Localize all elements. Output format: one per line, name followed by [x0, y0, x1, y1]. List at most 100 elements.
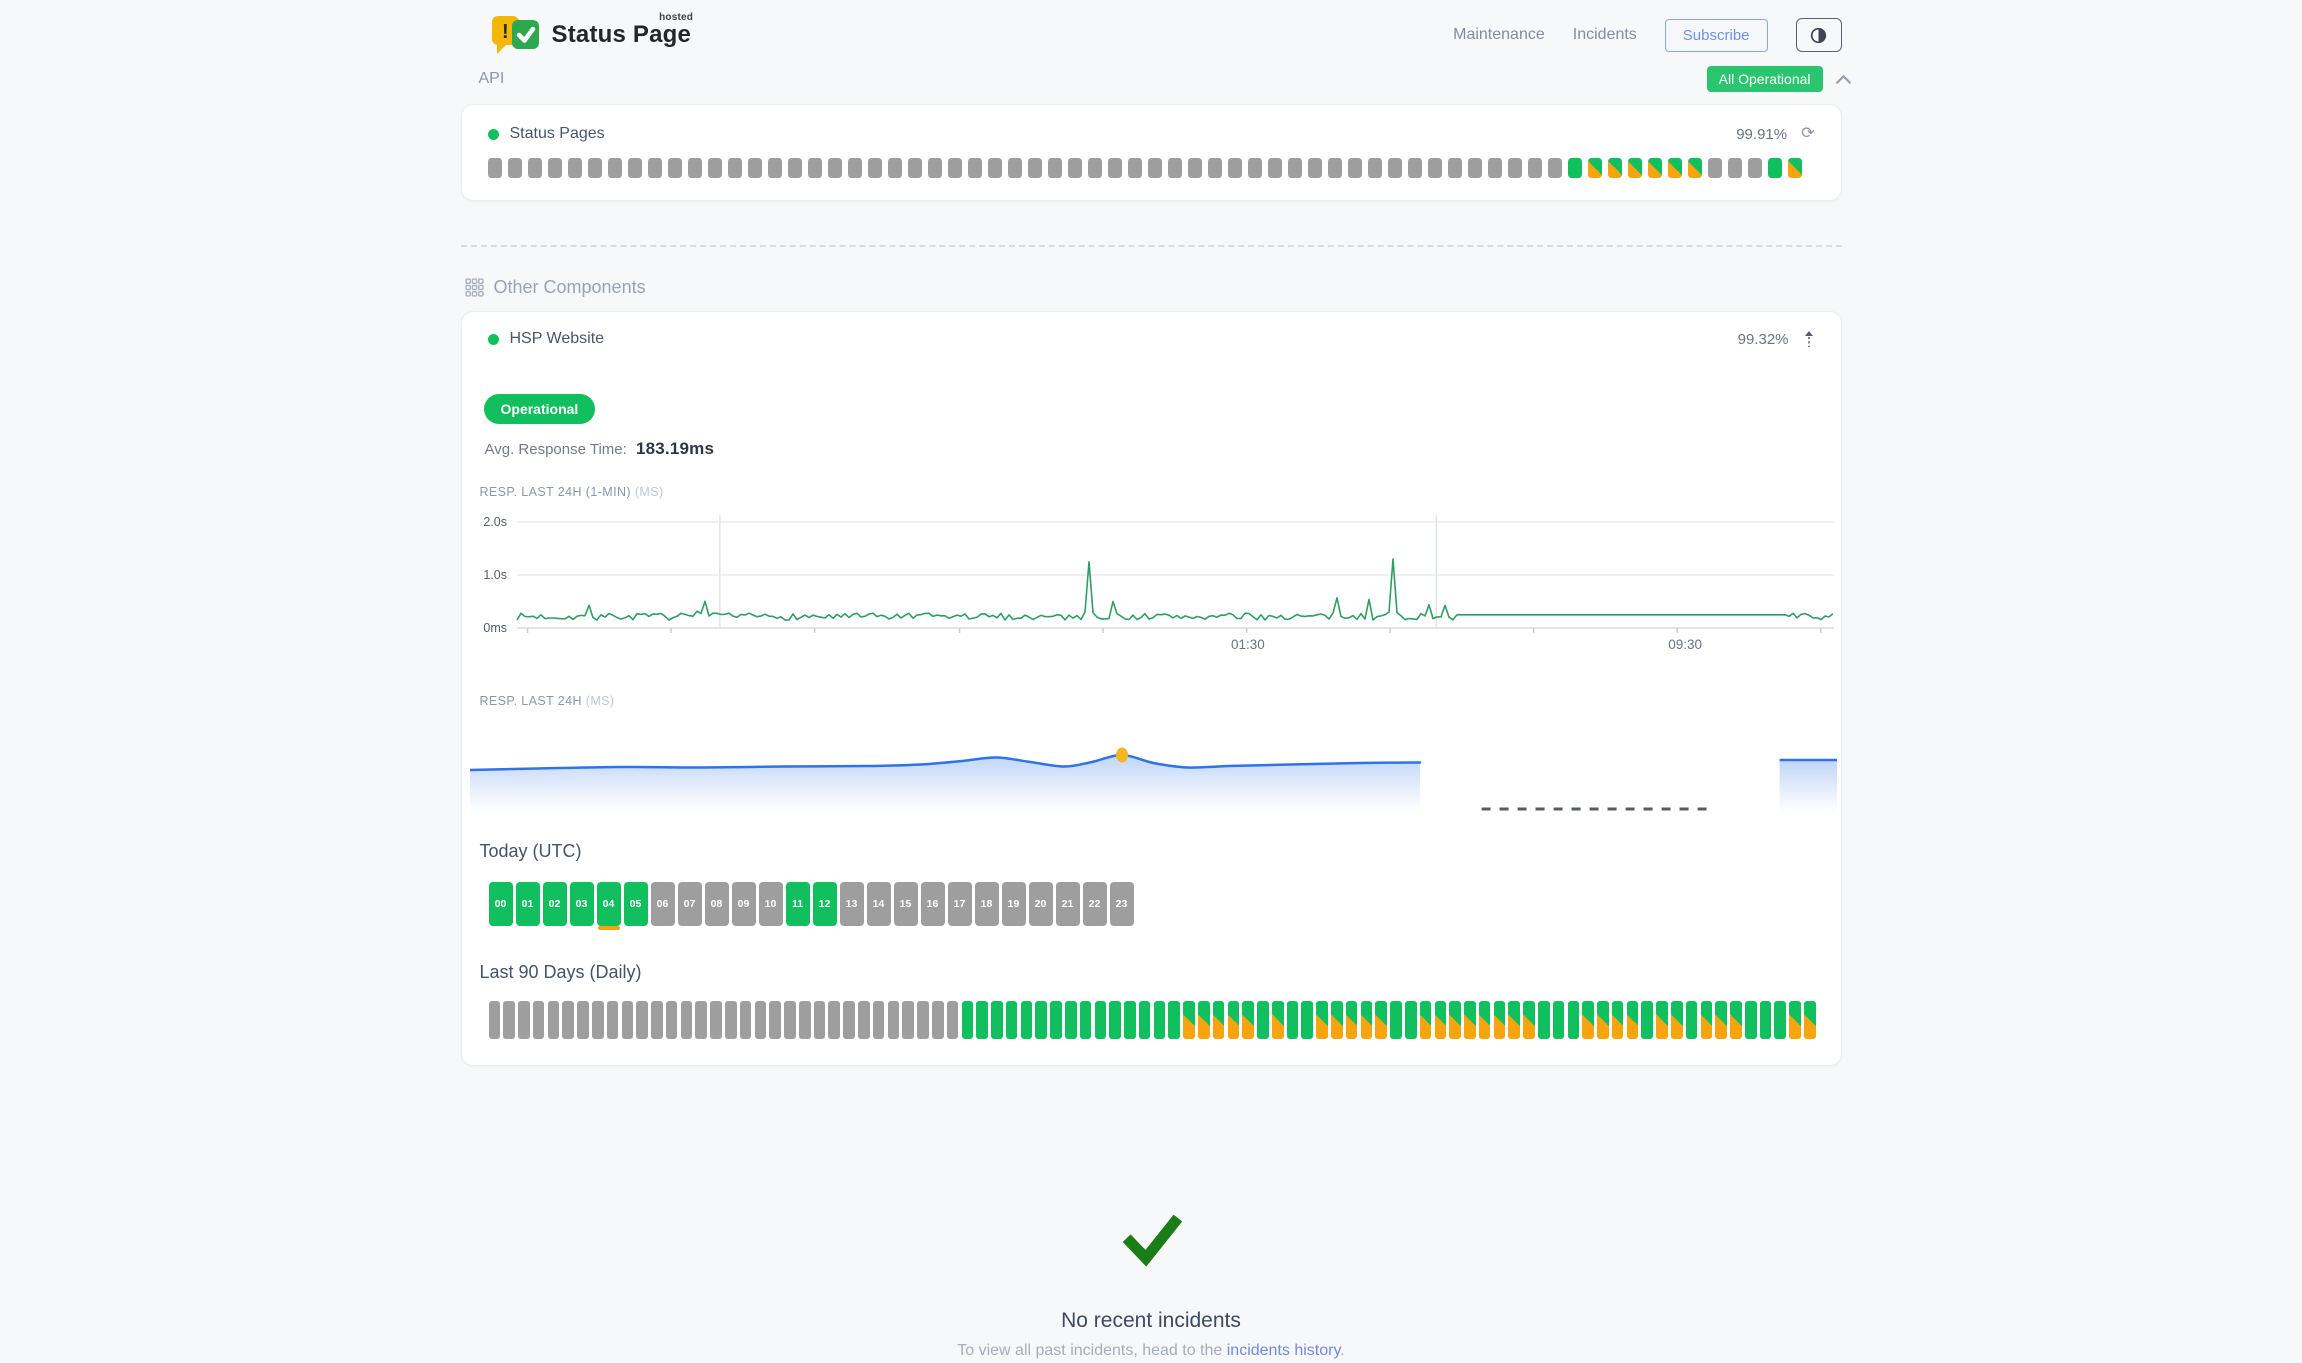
uptime-day-bar: [888, 1001, 900, 1039]
uptime-percent: 99.91%: [1736, 126, 1787, 143]
uptime-day-bar: [1328, 158, 1342, 178]
uptime-day-bar: [1095, 1001, 1107, 1039]
uptime-day-bar: [1346, 1001, 1358, 1039]
status-dot-icon: [488, 129, 499, 140]
uptime-day-bar: [902, 1001, 914, 1039]
uptime-day-bar: [681, 1001, 693, 1039]
uptime-day-bar: [799, 1001, 811, 1039]
uptime-day-bar: [1420, 1001, 1432, 1039]
avg-response-label: Avg. Response Time:: [485, 441, 627, 458]
main-nav: Maintenance Incidents Subscribe: [1453, 18, 1841, 52]
chevron-up-icon[interactable]: [1835, 74, 1852, 85]
uptime-day-bar: [1715, 1001, 1727, 1039]
no-incidents-subtitle: To view all past incidents, head to the …: [461, 1342, 1842, 1360]
uptime-day-bar: [668, 158, 682, 178]
uptime-day-bar: [1428, 158, 1442, 178]
uptime-percent: 99.32%: [1738, 331, 1789, 348]
other-components-header: Other Components: [465, 277, 1842, 298]
uptime-day-bar: [784, 1001, 796, 1039]
svg-text:09:30: 09:30: [1668, 637, 1702, 652]
uptime-day-bar: [1548, 158, 1562, 178]
uptime-day-bar: [1108, 158, 1122, 178]
hour-cell-21: 21: [1056, 882, 1080, 926]
uptime-day-bar: [1789, 1001, 1801, 1039]
hover-marker-dot: [1116, 748, 1128, 763]
uptime-day-bar: [1405, 1001, 1417, 1039]
uptime-day-bar: [1008, 158, 1022, 178]
uptime-day-bar: [1508, 158, 1522, 178]
chart1-label-text: RESP. LAST 24H (1-MIN): [480, 485, 631, 499]
uptime-day-bar: [1375, 1001, 1387, 1039]
no-incidents-title: No recent incidents: [461, 1309, 1842, 1333]
section-divider: [461, 245, 1842, 247]
uptime-day-bar: [1242, 1001, 1254, 1039]
chart1-unit: (MS): [635, 485, 664, 499]
uptime-day-bar: [888, 158, 902, 178]
nav-maintenance[interactable]: Maintenance: [1453, 26, 1545, 44]
big-check-icon: [1114, 1204, 1188, 1270]
collapse-arrow-icon[interactable]: [1803, 330, 1815, 348]
uptime-day-bar: [1124, 1001, 1136, 1039]
uptime-day-bar: [666, 1001, 678, 1039]
uptime-day-bar: [1183, 1001, 1195, 1039]
svg-text:0ms: 0ms: [483, 621, 507, 635]
uptime-day-bar: [503, 1001, 515, 1039]
uptime-day-bar: [1248, 158, 1262, 178]
theme-toggle-button[interactable]: [1796, 18, 1842, 52]
uptime-day-bar: [908, 158, 922, 178]
uptime-day-bar: [1154, 1001, 1166, 1039]
uptime-day-bar: [1139, 1001, 1151, 1039]
uptime-day-bar: [947, 1001, 959, 1039]
uptime-day-bar: [962, 1001, 974, 1039]
uptime-day-bar: [548, 158, 562, 178]
uptime-day-bar: [725, 1001, 737, 1039]
hour-cell-10: 10: [759, 882, 783, 926]
uptime-day-bar: [648, 158, 662, 178]
today-hour-row: 0001020304050607080910111213141516171819…: [489, 882, 1841, 926]
uptime-day-bar: [488, 158, 502, 178]
hour-cell-12: 12: [813, 882, 837, 926]
avg-response-row: Avg. Response Time: 183.19ms: [485, 439, 1841, 459]
uptime-day-bar: [1268, 158, 1282, 178]
uptime-day-bar: [1468, 158, 1482, 178]
incidents-history-link[interactable]: incidents history: [1227, 1342, 1341, 1359]
uptime-day-bar: [1435, 1001, 1447, 1039]
hour-cell-18: 18: [975, 882, 999, 926]
nav-incidents[interactable]: Incidents: [1573, 26, 1637, 44]
uptime-day-bar: [1028, 158, 1042, 178]
component-status-pages[interactable]: Status Pages: [488, 125, 605, 143]
hour-cell-00: 00: [489, 882, 513, 926]
chart1-svg: 2.0s1.0s0ms01:3009:30: [464, 509, 1834, 659]
component-hsp-website[interactable]: HSP Website: [488, 330, 605, 348]
subscribe-button[interactable]: Subscribe: [1665, 19, 1768, 52]
uptime-day-bar: [1065, 1001, 1077, 1039]
uptime-day-bar: [1568, 1001, 1580, 1039]
hour-cell-20: 20: [1029, 882, 1053, 926]
svg-text:!: !: [502, 21, 509, 43]
overall-status-badge[interactable]: All Operational: [1707, 66, 1823, 92]
uptime-day-bar: [1348, 158, 1362, 178]
no-incidents-section: No recent incidents To view all past inc…: [461, 1204, 1842, 1360]
uptime-day-bar: [1608, 158, 1622, 178]
svg-text:1.0s: 1.0s: [483, 568, 507, 582]
uptime-day-bar: [1627, 1001, 1639, 1039]
uptime-day-bar: [1448, 158, 1462, 178]
refresh-icon[interactable]: ⟳: [1801, 126, 1814, 142]
uptime-day-bar: [1050, 1001, 1062, 1039]
hour-cell-02: 02: [543, 882, 567, 926]
logo-hosted-tag: hosted: [659, 12, 693, 23]
uptime-day-bar: [1553, 1001, 1565, 1039]
uptime-day-bar: [814, 1001, 826, 1039]
uptime-day-bar: [1656, 1001, 1668, 1039]
uptime-day-bar: [828, 1001, 840, 1039]
subheader-row: API All Operational: [461, 66, 1842, 92]
uptime-day-bar: [562, 1001, 574, 1039]
hour-cell-03: 03: [570, 882, 594, 926]
uptime-day-bar: [1597, 1001, 1609, 1039]
uptime-day-bar: [1368, 158, 1382, 178]
uptime-day-bar: [528, 158, 542, 178]
logo[interactable]: ! hosted Status Page: [489, 14, 692, 56]
uptime-day-bar: [533, 1001, 545, 1039]
uptime-day-bar: [1774, 1001, 1786, 1039]
bubble-tail: [497, 42, 508, 54]
